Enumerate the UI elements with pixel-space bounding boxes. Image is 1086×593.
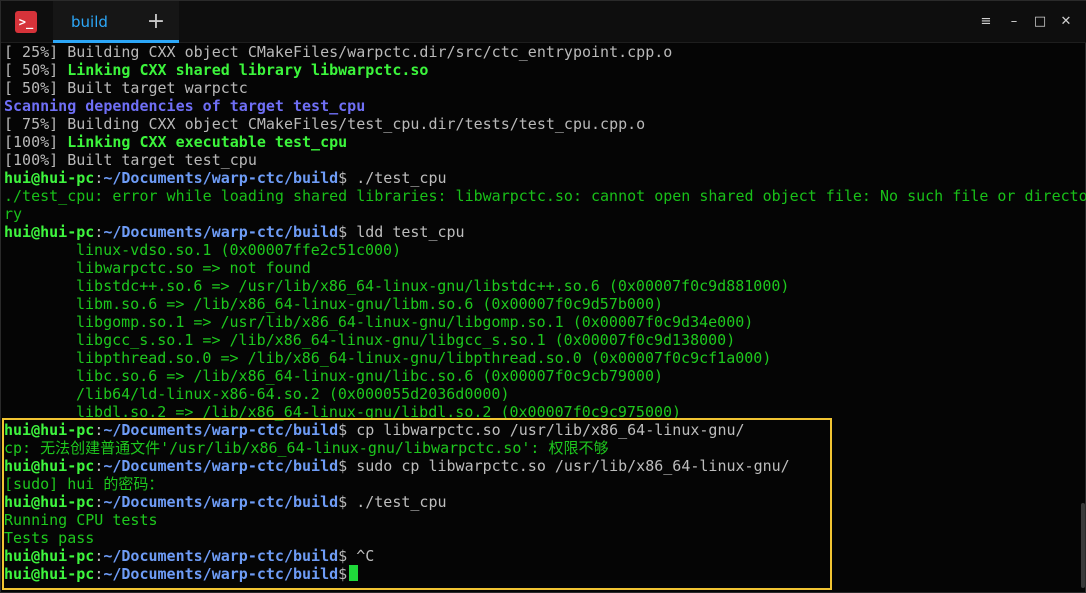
- command-text: sudo cp libwarpctc.so /usr/lib/x86_64-li…: [356, 457, 790, 475]
- command-text: ldd test_cpu: [356, 223, 465, 241]
- command-text: ^C: [356, 547, 375, 565]
- prompt-path: ~/Documents/warp-ctc/build: [103, 169, 339, 187]
- title-bar: >_ build + ≡ – □ ✕: [1, 1, 1086, 43]
- build-line: [ 25%] Building CXX object CMakeFiles/wa…: [4, 43, 672, 61]
- build-percent: [100%]: [4, 133, 68, 151]
- ldd-output-line: libc.so.6 => /lib/x86_64-linux-gnu/libc.…: [76, 367, 663, 385]
- prompt-symbol: $: [338, 223, 357, 241]
- prompt-line: hui@hui-pc:~/Documents/warp-ctc/build$ ^…: [4, 547, 374, 565]
- build-text: Scanning dependencies of target test_cpu: [4, 97, 366, 115]
- prompt-user: hui@hui-pc: [4, 223, 95, 241]
- prompt-separator: :: [94, 223, 104, 241]
- error-line: cp: 无法创建普通文件'/usr/lib/x86_64-linux-gnu/l…: [4, 439, 609, 457]
- build-text: Built target test_cpu: [67, 151, 257, 169]
- prompt-path: ~/Documents/warp-ctc/build: [103, 493, 339, 511]
- app-logo-icon[interactable]: >_: [15, 11, 37, 33]
- build-line: [ 75%] Building CXX object CMakeFiles/te…: [4, 115, 645, 133]
- build-line: [ 50%] Built target warpctc: [4, 79, 248, 97]
- prompt-symbol: $: [338, 493, 357, 511]
- prompt-path: ~/Documents/warp-ctc/build: [103, 457, 339, 475]
- terminal-window: >_ build + ≡ – □ ✕ [ 25%] Building CXX o…: [0, 0, 1086, 593]
- prompt-user: hui@hui-pc: [4, 421, 95, 439]
- prompt-path: ~/Documents/warp-ctc/build: [103, 223, 339, 241]
- ldd-output-line: libdl.so.2 => /lib/x86_64-linux-gnu/libd…: [76, 403, 682, 421]
- prompt-symbol: $: [338, 421, 357, 439]
- build-text: Built target warpctc: [67, 79, 248, 97]
- build-percent: [100%]: [4, 151, 68, 169]
- error-line: ry: [4, 205, 23, 223]
- build-percent: [ 50%]: [4, 61, 68, 79]
- prompt-user: hui@hui-pc: [4, 493, 95, 511]
- build-line: [ 50%] Linking CXX shared library libwar…: [4, 61, 428, 79]
- build-text: Linking CXX executable test_cpu: [67, 133, 348, 151]
- cursor-block-icon: [349, 565, 359, 581]
- build-percent: [ 75%]: [4, 115, 68, 133]
- terminal-output[interactable]: [ 25%] Building CXX object CMakeFiles/wa…: [1, 43, 1086, 593]
- prompt-line: hui@hui-pc:~/Documents/warp-ctc/build$ l…: [4, 223, 465, 241]
- prompt-path: ~/Documents/warp-ctc/build: [103, 547, 339, 565]
- build-percent: [ 25%]: [4, 43, 68, 61]
- build-text: Building CXX object CMakeFiles/warpctc.d…: [67, 43, 673, 61]
- prompt-separator: :: [94, 457, 104, 475]
- ldd-output-line: linux-vdso.so.1 (0x00007ffe2c51c000): [76, 241, 402, 259]
- output-line: Running CPU tests: [4, 511, 158, 529]
- ldd-output-line: libm.so.6 => /lib/x86_64-linux-gnu/libm.…: [76, 295, 663, 313]
- ldd-output-line: libstdc++.so.6 => /usr/lib/x86_64-linux-…: [76, 277, 790, 295]
- prompt-user: hui@hui-pc: [4, 565, 95, 583]
- prompt-separator: :: [94, 493, 104, 511]
- prompt-separator: :: [94, 169, 104, 187]
- output-line: Tests pass: [4, 529, 95, 547]
- build-line: [100%] Built target test_cpu: [4, 151, 257, 169]
- prompt-line: hui@hui-pc:~/Documents/warp-ctc/build$ c…: [4, 421, 745, 439]
- ldd-output-line: libgcc_s.so.1 => /lib/x86_64-linux-gnu/l…: [76, 331, 736, 349]
- ldd-output-line: libgomp.so.1 => /usr/lib/x86_64-linux-gn…: [76, 313, 754, 331]
- tab-label: build: [71, 13, 108, 31]
- error-line: ./test_cpu: error while loading shared l…: [4, 187, 1086, 205]
- scrollbar[interactable]: [1081, 503, 1085, 588]
- prompt-path: ~/Documents/warp-ctc/build: [103, 421, 339, 439]
- ldd-output-line: libwarpctc.so => not found: [76, 259, 311, 277]
- prompt-user: hui@hui-pc: [4, 169, 95, 187]
- add-tab-button[interactable]: +: [143, 10, 169, 36]
- prompt-separator: :: [94, 565, 104, 583]
- build-text: Building CXX object CMakeFiles/test_cpu.…: [67, 115, 646, 133]
- build-line: [100%] Linking CXX executable test_cpu: [4, 133, 347, 151]
- prompt-user: hui@hui-pc: [4, 547, 95, 565]
- prompt-line: hui@hui-pc:~/Documents/warp-ctc/build$ s…: [4, 457, 790, 475]
- prompt-line-active[interactable]: hui@hui-pc:~/Documents/warp-ctc/build$: [4, 565, 359, 583]
- prompt-symbol: $: [338, 547, 357, 565]
- command-text: cp libwarpctc.so /usr/lib/x86_64-linux-g…: [356, 421, 745, 439]
- prompt-symbol: $: [338, 565, 348, 583]
- minimize-icon[interactable]: –: [1005, 12, 1023, 32]
- command-text: ./test_cpu: [356, 493, 447, 511]
- build-percent: [ 50%]: [4, 79, 68, 97]
- ldd-output-line: /lib64/ld-linux-x86-64.so.2 (0x000055d20…: [76, 385, 510, 403]
- build-line: Scanning dependencies of target test_cpu: [4, 97, 365, 115]
- sudo-prompt: [sudo] hui 的密码：: [4, 475, 164, 493]
- prompt-separator: :: [94, 547, 104, 565]
- prompt-symbol: $: [338, 169, 357, 187]
- prompt-symbol: $: [338, 457, 357, 475]
- ldd-output-line: libpthread.so.0 => /lib/x86_64-linux-gnu…: [76, 349, 772, 367]
- prompt-separator: :: [94, 421, 104, 439]
- prompt-line: hui@hui-pc:~/Documents/warp-ctc/build$ .…: [4, 493, 447, 511]
- command-text: ./test_cpu: [356, 169, 447, 187]
- close-icon[interactable]: ✕: [1057, 12, 1075, 32]
- prompt-path: ~/Documents/warp-ctc/build: [103, 565, 339, 583]
- build-text: Linking CXX shared library libwarpctc.so: [67, 61, 429, 79]
- prompt-line: hui@hui-pc:~/Documents/warp-ctc/build$ .…: [4, 169, 447, 187]
- prompt-user: hui@hui-pc: [4, 457, 95, 475]
- maximize-icon[interactable]: □: [1031, 12, 1049, 32]
- menu-icon[interactable]: ≡: [977, 12, 995, 32]
